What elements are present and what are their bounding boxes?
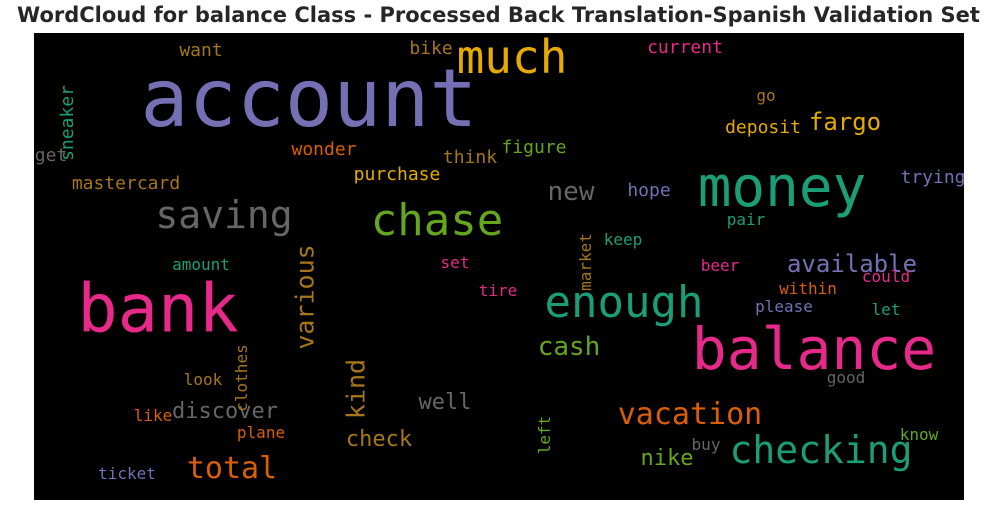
word-set: set (440, 253, 470, 272)
word-balance: balance (691, 315, 937, 383)
word-market: market (576, 233, 595, 291)
word-kind: kind (341, 358, 371, 420)
word-let: let (871, 300, 901, 319)
word-vacation: vacation (617, 397, 763, 432)
word-left: left (535, 415, 554, 455)
word-discover: discover (172, 399, 278, 424)
word-checking: checking (729, 428, 913, 472)
word-hope: hope (627, 180, 671, 201)
word-pair: pair (726, 210, 766, 229)
word-cash: cash (537, 332, 601, 362)
word-ticket: ticket (98, 464, 156, 483)
word-enough: enough (544, 277, 704, 328)
word-amount: amount (172, 255, 230, 274)
word-nike: nike (640, 446, 694, 471)
word-tire: tire (478, 281, 518, 300)
word-buy: buy (691, 435, 721, 454)
word-deposit: deposit (725, 117, 801, 138)
chart-title: WordCloud for balance Class - Processed … (17, 3, 980, 27)
word-saving: saving (155, 193, 293, 237)
word-good: good (826, 368, 866, 387)
word-trying: trying (900, 167, 964, 188)
word-wonder: wonder (291, 139, 357, 160)
word-mastercard: mastercard (71, 173, 181, 194)
word-bike: bike (409, 38, 453, 59)
word-well: well (418, 390, 472, 415)
word-account: account (140, 52, 478, 145)
word-various: various (290, 244, 320, 350)
word-fargo: fargo (808, 108, 882, 136)
word-could: could (861, 267, 911, 286)
word-look: look (183, 370, 223, 389)
word-chase: chase (370, 195, 504, 246)
word-plane: plane (236, 423, 286, 442)
word-total: total (186, 451, 278, 486)
word-current: current (647, 37, 723, 58)
word-figure: figure (501, 137, 567, 158)
word-keep: keep (603, 230, 643, 249)
word-get: get (34, 145, 68, 166)
word-know: know (899, 425, 939, 444)
word-within: within (779, 279, 837, 298)
word-much: much (456, 33, 568, 84)
word-go: go (756, 86, 776, 105)
word-please: please (755, 297, 813, 316)
word-new: new (547, 177, 595, 207)
word-check: check (345, 427, 413, 452)
word-bank: bank (77, 269, 239, 348)
word-money: money (697, 155, 867, 220)
word-beer: beer (700, 256, 740, 275)
word-clothes: clothes (232, 344, 251, 412)
word-think: think (442, 147, 498, 168)
word-like: like (133, 406, 173, 425)
word-purchase: purchase (353, 164, 441, 185)
wordcloud-canvas: account balance bank money much chase enough ch… (34, 33, 964, 500)
word-want: want (179, 40, 223, 61)
